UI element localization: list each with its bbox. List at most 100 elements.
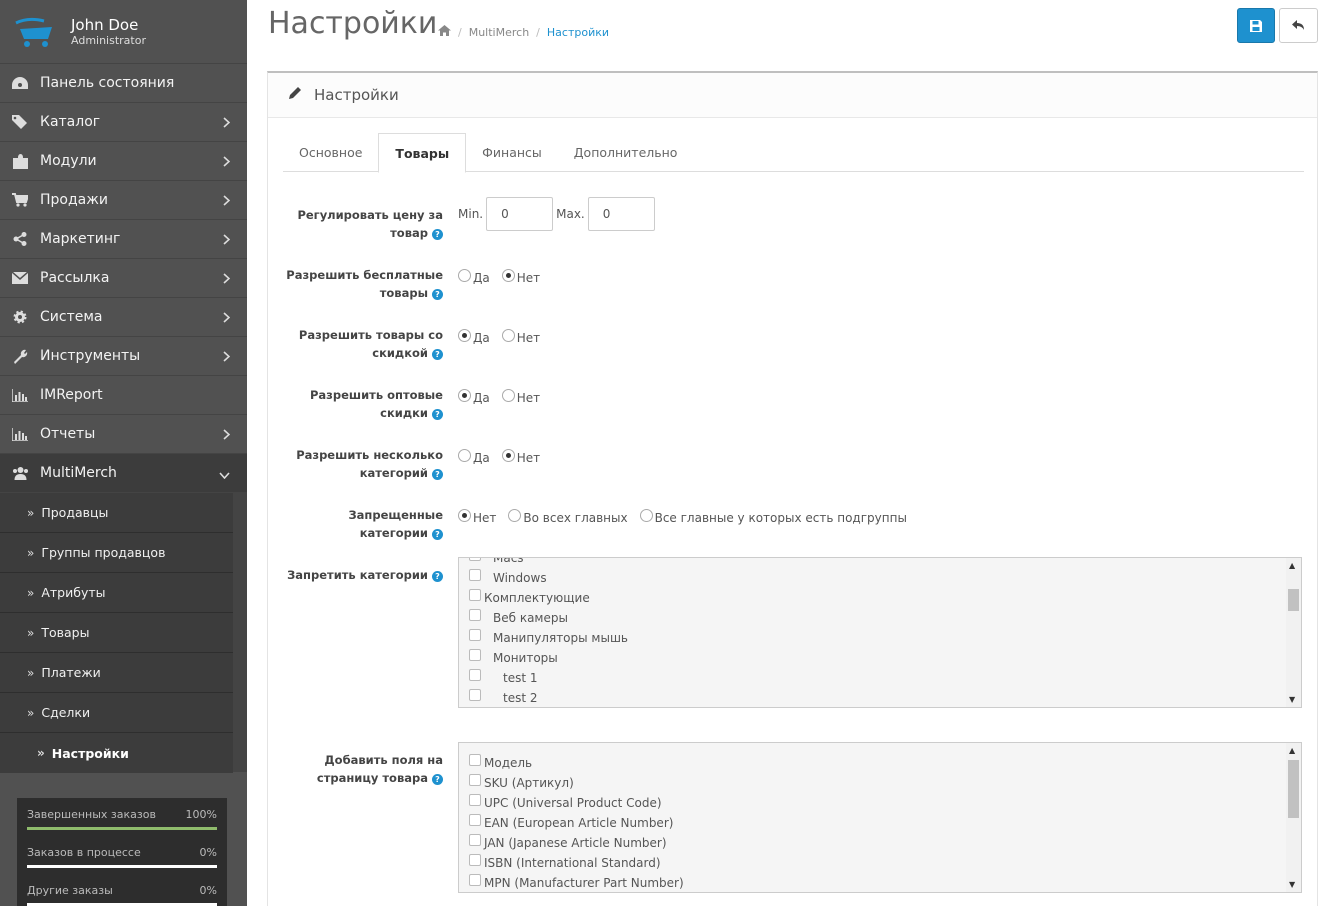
discount-option-0[interactable]: Да [458,328,490,345]
save-button[interactable] [1237,8,1275,43]
field-option[interactable]: SKU (Артикул) [469,773,684,793]
scroll-up-icon[interactable]: ▲ [1289,561,1295,570]
product-fields-list[interactable]: Модель SKU (Артикул) UPC (Universal Produc… [458,742,1302,893]
checkbox[interactable] [469,774,481,786]
radio-button[interactable] [508,508,522,522]
multicat-option-0[interactable]: Да [458,448,490,465]
submenu-item-4[interactable]: » Платежи [0,653,233,693]
wholesale-option-0[interactable]: Да [458,388,490,405]
back-button[interactable] [1279,8,1318,43]
submenu-item-3[interactable]: » Товары [0,613,233,653]
radio-button[interactable] [501,268,515,282]
listbox-scrollbar[interactable]: ▲ ▼ [1286,743,1301,892]
max-price-input[interactable] [587,197,655,231]
field-option[interactable]: MPN (Manufacturer Part Number) [469,873,684,892]
user-profile[interactable]: John Doe Administrator [0,0,247,64]
checkbox[interactable] [469,689,481,701]
field-option[interactable]: ISBN (International Standard) [469,853,684,873]
help-icon[interactable]: ? [432,469,443,480]
radio-button[interactable] [458,388,471,402]
radio-button[interactable] [458,448,471,462]
scroll-up-icon[interactable]: ▲ [1289,746,1295,755]
submenu-item-0[interactable]: » Продавцы [0,493,233,533]
forbidden-option-2[interactable]: Все главные у которых есть подгруппы [639,508,907,525]
menu-item-10[interactable]: MultiMerch [0,454,247,493]
forbidden-option-0[interactable]: Нет [458,508,496,525]
checkbox[interactable] [469,834,481,846]
category-option[interactable]: Манипуляторы мышь [469,628,628,648]
help-icon[interactable]: ? [432,571,443,582]
radio-button[interactable] [458,328,471,342]
menu-item-5[interactable]: Рассылка [0,259,247,298]
radio-button[interactable] [639,508,653,522]
tab-2[interactable]: Финансы [466,133,558,172]
category-option[interactable]: Мониторы [469,648,628,668]
menu-item-2[interactable]: Модули [0,142,247,181]
scroll-down-icon[interactable]: ▼ [1289,880,1295,889]
home-icon[interactable] [438,25,451,39]
radio-button[interactable] [458,268,471,282]
checkbox[interactable] [469,754,481,766]
radio-button[interactable] [501,388,515,402]
tab-1[interactable]: Товары [378,133,467,173]
free-option-1[interactable]: Нет [501,268,540,285]
scroll-down-icon[interactable]: ▼ [1289,695,1295,704]
checkbox[interactable] [469,669,481,681]
category-option[interactable]: Комплектующие [469,588,628,608]
forbid-categories-list[interactable]: Macs Windows Комплектующие Веб камеры Манипу… [458,557,1302,708]
submenu-item-5[interactable]: » Сделки [0,693,233,733]
listbox-scrollbar[interactable]: ▲ ▼ [1286,558,1301,707]
menu-item-8[interactable]: IMReport [0,376,247,415]
submenu-item-6[interactable]: » Настройки [0,733,233,773]
checkbox[interactable] [469,874,481,886]
breadcrumb-multimerch[interactable]: MultiMerch [469,26,529,39]
field-option[interactable]: Модель [469,753,684,773]
checkbox[interactable] [469,814,481,826]
help-icon[interactable]: ? [432,349,443,360]
menu-item-0[interactable]: Панель состояния [0,64,247,103]
menu-item-6[interactable]: Система [0,298,247,337]
help-icon[interactable]: ? [432,289,443,300]
discount-option-1[interactable]: Нет [501,328,540,345]
submenu-item-1[interactable]: » Группы продавцов [0,533,233,573]
field-option[interactable]: JAN (Japanese Article Number) [469,833,684,853]
field-option[interactable]: UPC (Universal Product Code) [469,793,684,813]
category-option[interactable]: Веб камеры [469,608,628,628]
menu-item-4[interactable]: Маркетинг [0,220,247,259]
min-price-input[interactable] [486,197,554,231]
category-option[interactable]: test 1 [469,668,628,688]
category-option[interactable]: Macs [469,558,628,568]
forbidden-option-1[interactable]: Во всех главных [508,508,628,525]
tab-0[interactable]: Основное [283,133,378,172]
menu-item-3[interactable]: Продажи [0,181,247,220]
checkbox[interactable] [469,629,481,641]
category-option[interactable]: test 2 [469,688,628,707]
help-icon[interactable]: ? [432,774,443,785]
help-icon[interactable]: ? [432,229,443,240]
checkbox[interactable] [469,558,481,561]
field-option[interactable]: EAN (European Article Number) [469,813,684,833]
help-icon[interactable]: ? [432,529,443,540]
menu-item-9[interactable]: Отчеты [0,415,247,454]
checkbox[interactable] [469,589,481,601]
tab-3[interactable]: Дополнительно [558,133,694,172]
checkbox[interactable] [469,649,481,661]
help-icon[interactable]: ? [432,409,443,420]
menu-item-1[interactable]: Каталог [0,103,247,142]
breadcrumb-settings[interactable]: Настройки [547,26,609,39]
wrench-icon [11,349,29,364]
radio-button[interactable] [501,328,515,342]
checkbox[interactable] [469,569,481,581]
category-option[interactable]: Windows [469,568,628,588]
checkbox[interactable] [469,794,481,806]
checkbox[interactable] [469,609,481,621]
submenu-scrollbar[interactable] [233,492,247,772]
submenu-item-2[interactable]: » Атрибуты [0,573,233,613]
menu-item-7[interactable]: Инструменты [0,337,247,376]
checkbox[interactable] [469,854,481,866]
radio-button[interactable] [458,508,471,522]
multicat-option-1[interactable]: Нет [501,448,540,465]
radio-button[interactable] [501,448,515,462]
wholesale-option-1[interactable]: Нет [501,388,540,405]
free-option-0[interactable]: Да [458,268,490,285]
